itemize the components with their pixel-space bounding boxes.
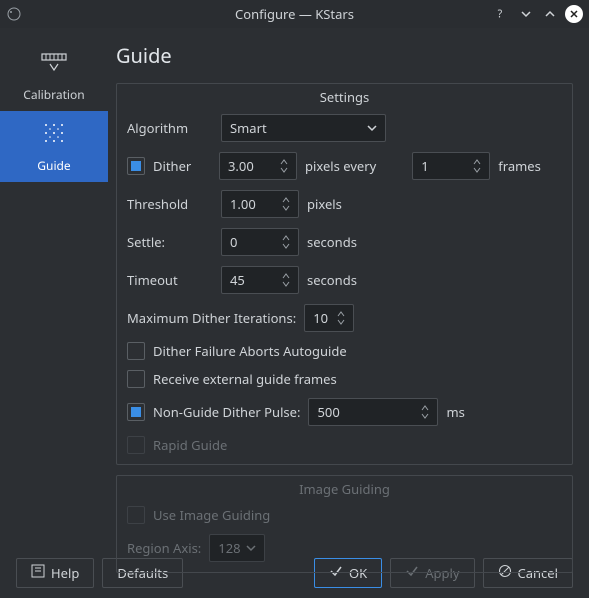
receive-external-checkbox[interactable] <box>127 370 145 388</box>
sidebar-item-label: Calibration <box>23 86 84 103</box>
sidebar-item-guide[interactable]: Guide <box>0 111 108 182</box>
nonguide-spinbox[interactable]: 500 <box>308 398 438 426</box>
maximize-icon[interactable] <box>541 5 559 23</box>
app-icon <box>6 6 22 22</box>
dither-label[interactable]: Dither <box>153 157 211 175</box>
dither-pixels-spinbox[interactable]: 3.00 <box>219 152 297 180</box>
algorithm-select[interactable]: Smart <box>221 114 386 142</box>
help-icon <box>31 564 45 582</box>
settle-label: Settle: <box>127 233 213 251</box>
threshold-value: 1.00 <box>230 195 256 213</box>
max-dither-label: Maximum Dither Iterations: <box>127 309 296 327</box>
sidebar-item-calibration[interactable]: Calibration <box>0 40 108 111</box>
grid-icon <box>40 119 68 151</box>
region-axis-label: Region Axis: <box>127 539 201 557</box>
timeout-spinbox[interactable]: 45 <box>221 266 299 294</box>
max-dither-value: 10 <box>313 309 328 327</box>
threshold-label: Threshold <box>127 195 213 213</box>
dither-failure-checkbox[interactable] <box>127 342 145 360</box>
dither-checkbox[interactable] <box>127 157 145 175</box>
spin-arrows-icon[interactable] <box>282 231 294 253</box>
receive-external-label[interactable]: Receive external guide frames <box>153 370 337 388</box>
nonguide-unit: ms <box>446 403 464 421</box>
spin-arrows-icon[interactable] <box>282 193 294 215</box>
threshold-spinbox[interactable]: 1.00 <box>221 190 299 218</box>
spin-arrows-icon[interactable] <box>473 155 485 177</box>
settle-value: 0 <box>230 233 237 251</box>
minimize-icon[interactable] <box>517 5 535 23</box>
timeout-value: 45 <box>230 271 245 289</box>
close-icon[interactable] <box>565 5 583 23</box>
titlebar: Configure — KStars ? <box>0 0 589 28</box>
help-button[interactable]: Help <box>16 558 94 588</box>
settings-group: Settings Algorithm Smart Dither 3.00 <box>116 83 573 465</box>
timeout-label: Timeout <box>127 271 213 289</box>
spin-arrows-icon[interactable] <box>337 307 349 329</box>
nonguide-value: 500 <box>317 403 339 421</box>
spin-arrows-icon[interactable] <box>280 155 292 177</box>
region-axis-value: 128 <box>218 539 240 557</box>
settings-legend: Settings <box>117 88 572 106</box>
rapid-guide-checkbox <box>127 436 145 454</box>
spin-arrows-icon[interactable] <box>282 269 294 291</box>
dither-frames-unit: frames <box>498 157 541 175</box>
image-guiding-group: Image Guiding Use Image Guiding Region A… <box>116 475 573 573</box>
dither-pixels-unit: pixels every <box>305 157 376 175</box>
use-image-guiding-checkbox <box>127 506 145 524</box>
region-axis-select: 128 <box>209 534 265 562</box>
algorithm-label: Algorithm <box>127 119 213 137</box>
dither-pixels-value: 3.00 <box>228 157 254 175</box>
dither-frames-spinbox[interactable]: 1 <box>412 152 490 180</box>
svg-text:?: ? <box>498 8 503 22</box>
chevron-down-icon <box>246 539 256 557</box>
max-dither-spinbox[interactable]: 10 <box>304 304 354 332</box>
settle-spinbox[interactable]: 0 <box>221 228 299 256</box>
page-title: Guide <box>116 42 573 69</box>
sidebar-item-label: Guide <box>37 157 70 174</box>
use-image-guiding-label: Use Image Guiding <box>153 506 270 524</box>
threshold-unit: pixels <box>307 195 342 213</box>
dither-frames-value: 1 <box>421 157 428 175</box>
rapid-guide-label: Rapid Guide <box>153 436 227 454</box>
nonguide-label[interactable]: Non-Guide Dither Pulse: <box>153 403 300 421</box>
help-titlebar-icon[interactable]: ? <box>493 5 511 23</box>
dither-failure-label[interactable]: Dither Failure Aborts Autoguide <box>153 342 347 360</box>
sidebar: Calibration Guide <box>0 28 108 548</box>
nonguide-checkbox[interactable] <box>127 403 145 421</box>
settle-unit: seconds <box>307 233 357 251</box>
algorithm-value: Smart <box>230 119 267 137</box>
chevron-down-icon <box>367 119 377 137</box>
image-guiding-legend: Image Guiding <box>117 480 572 498</box>
ruler-icon <box>40 48 68 80</box>
timeout-unit: seconds <box>307 271 357 289</box>
spin-arrows-icon[interactable] <box>421 401 433 423</box>
